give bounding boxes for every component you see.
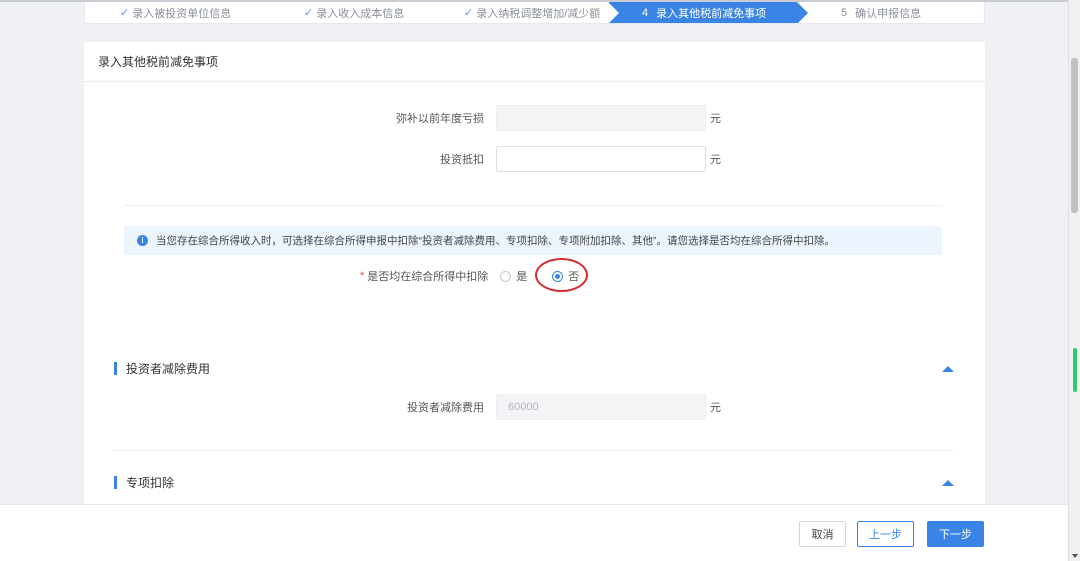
vertical-scrollbar[interactable]	[1068, 0, 1080, 561]
highlight-annotation	[535, 258, 588, 292]
check-icon: ✓	[304, 7, 314, 19]
loss-offset-row: 弥补以前年度亏损 元	[364, 105, 721, 131]
next-step-button[interactable]: 下一步	[927, 521, 984, 547]
card-title: 录入其他税前减免事项	[84, 42, 985, 82]
investor-deduction-input[interactable]: 60000	[496, 394, 706, 420]
divider	[124, 205, 942, 206]
radio-yes[interactable]: 是	[500, 268, 527, 284]
investor-deduction-label: 投资者减除费用	[407, 402, 484, 414]
footer-bar: 取消 上一步 下一步	[0, 504, 1068, 561]
section-title: 投资者减除费用	[126, 362, 211, 376]
info-notice: i 当您存在综合所得收入时，可选择在综合所得申报中扣除“投资者减除费用、专项扣除…	[124, 226, 942, 255]
investor-deduction-row: 投资者减除费用 60000 元	[364, 394, 721, 420]
section-investor-deduction: 投资者减除费用	[114, 360, 210, 377]
progress-steps: ✓ 录入被投资单位信息 ✓ 录入收入成本信息 ✓ 录入纳税调整增加/减少额 4 …	[84, 2, 985, 24]
section-title: 专项扣除	[126, 476, 175, 490]
unit-label: 元	[710, 113, 721, 125]
step-label: 录入收入成本信息	[316, 7, 405, 20]
deduct-choice-label: 是否均在综合所得中扣除	[367, 271, 489, 283]
prev-step-button[interactable]: 上一步	[857, 521, 914, 547]
check-icon: ✓	[120, 7, 130, 19]
section-marker	[114, 362, 117, 375]
scroll-down-icon[interactable]	[1072, 554, 1078, 558]
loss-offset-label: 弥补以前年度亏损	[396, 113, 484, 125]
step-label: 录入其他税前减免事项	[656, 7, 767, 20]
info-icon: i	[137, 235, 148, 246]
step-number: 4	[642, 6, 649, 19]
unit-label: 元	[710, 402, 721, 414]
scroll-indicator	[1073, 348, 1077, 392]
investment-deduction-label: 投资抵扣	[440, 154, 484, 166]
scroll-thumb[interactable]	[1071, 58, 1078, 213]
radio-label: 是	[516, 271, 528, 283]
loss-offset-input[interactable]	[496, 105, 706, 131]
notice-text: 当您存在综合所得收入时，可选择在综合所得申报中扣除“投资者减除费用、专项扣除、专…	[156, 235, 835, 247]
collapse-up-icon[interactable]	[942, 480, 954, 486]
step-label: 确认申报信息	[855, 7, 922, 20]
section-marker	[114, 476, 117, 489]
check-icon: ✓	[464, 7, 474, 19]
step-1: ✓ 录入被投资单位信息	[85, 2, 269, 23]
required-mark: *	[360, 270, 365, 282]
investment-deduction-row: 投资抵扣 元	[364, 146, 721, 172]
step-3: ✓ 录入纳税调整增加/减少额	[449, 2, 609, 23]
radio-circle[interactable]	[500, 270, 512, 282]
step-4-active: 4 录入其他税前减免事项	[608, 2, 808, 23]
investment-deduction-input[interactable]	[496, 146, 706, 172]
collapse-up-icon[interactable]	[942, 366, 954, 372]
divider	[112, 450, 954, 451]
section-special-deduction: 专项扣除	[114, 474, 174, 491]
step-label: 录入纳税调整增加/减少额	[476, 7, 601, 20]
unit-label: 元	[710, 154, 721, 166]
page: ✓ 录入被投资单位信息 ✓ 录入收入成本信息 ✓ 录入纳税调整增加/减少额 4 …	[0, 0, 1080, 561]
step-label: 录入被投资单位信息	[132, 7, 232, 20]
cancel-button[interactable]: 取消	[799, 521, 846, 547]
step-number: 5	[841, 6, 848, 19]
step-2: ✓ 录入收入成本信息	[269, 2, 449, 23]
step-5: 5 确认申报信息	[797, 2, 977, 23]
